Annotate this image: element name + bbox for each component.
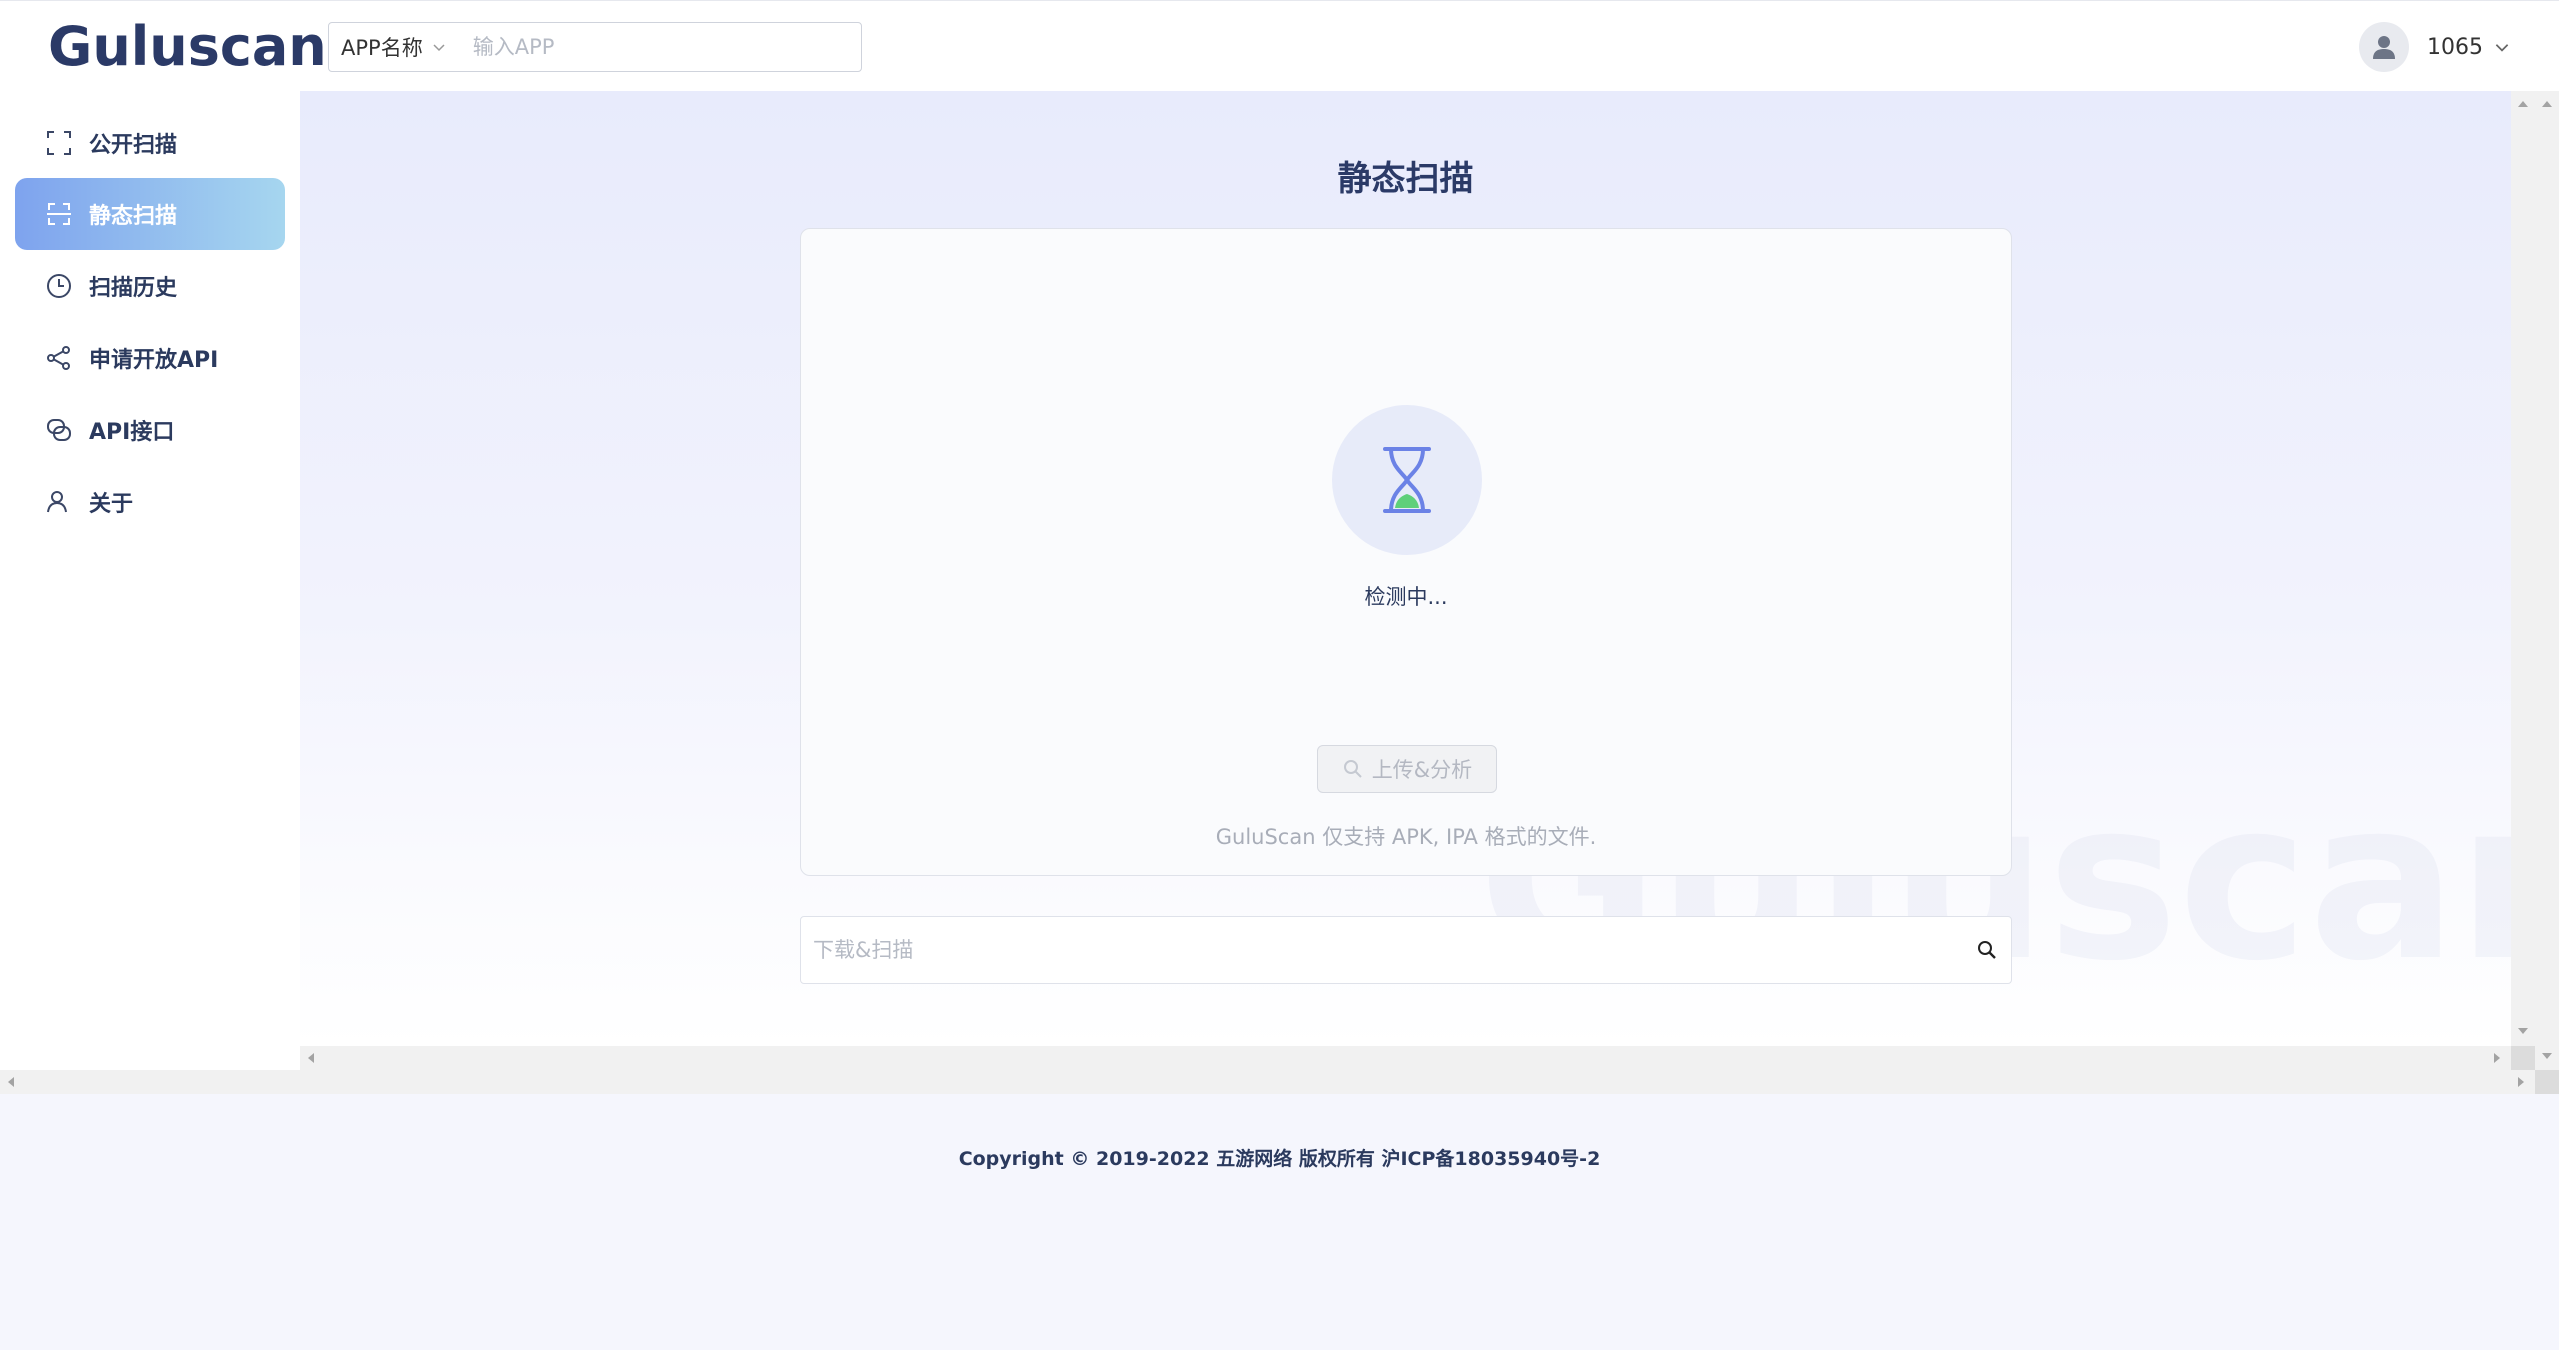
footer: Copyright © 2019-2022 五游网络 版权所有 沪ICP备180… [0,1094,2559,1350]
user-name: 1065 [2427,34,2483,60]
avatar[interactable] [2359,22,2409,72]
status-indicator [1332,405,1482,555]
static-scan-icon [47,203,71,225]
scroll-up-arrow-icon[interactable] [2541,99,2553,109]
upload-analyze-button[interactable]: 上传&分析 [1317,745,1497,793]
share-icon [47,346,70,370]
chevron-down-icon [2495,44,2509,52]
main-content: Guluscan 静态扫描 检测中... 上传&分析 GuluScan 仅支持 … [300,91,2511,1046]
sidebar-item-label: 静态扫描 [89,204,178,229]
scroll-right-arrow-icon[interactable] [2516,1076,2526,1088]
hourglass-icon [1383,447,1431,513]
app-search-input[interactable] [458,23,861,71]
scroll-up-arrow-icon[interactable] [2517,99,2529,109]
sidebar-nav: 公开扫描 静态扫描 扫描历史 申请开放API API接口 关于 [0,91,300,1071]
scroll-right-arrow-icon[interactable] [2492,1052,2502,1064]
chevron-down-icon [433,44,445,52]
sidebar-item-label: 申请开放API [89,348,219,373]
sidebar-item-label: 扫描历史 [89,276,178,301]
scroll-corner [2535,1070,2559,1094]
copyright-text: Copyright © 2019-2022 五游网络 版权所有 沪ICP备180… [958,1148,1601,1170]
top-header: Guluscan APP名称 1065 [0,0,2559,91]
sidebar-item-apply-api[interactable]: 申请开放API [15,322,285,394]
scroll-corner [2511,1046,2535,1070]
support-format-text: GuluScan 仅支持 APK, IPA 格式的文件. [1215,825,1597,849]
user-icon [47,491,67,513]
link-icon [47,419,71,441]
page-title: 静态扫描 [1337,159,1474,199]
app-search-group: APP名称 [328,22,862,72]
search-icon [1343,760,1362,778]
download-scan-group [800,916,2012,984]
main-horizontal-scrollbar[interactable] [300,1046,2511,1070]
sidebar-item-scan-history[interactable]: 扫描历史 [15,250,285,322]
sidebar-item-label: 公开扫描 [89,133,178,158]
sidebar-item-public-scan[interactable]: 公开扫描 [15,107,285,179]
upload-area[interactable]: 检测中... 上传&分析 GuluScan 仅支持 APK, IPA 格式的文件… [800,228,2012,876]
download-scan-input[interactable] [801,917,1963,983]
logo[interactable]: Guluscan [48,15,327,79]
upload-button-label: 上传&分析 [1371,758,1473,782]
scroll-left-arrow-icon[interactable] [6,1076,16,1088]
scroll-down-arrow-icon[interactable] [2541,1051,2553,1061]
sidebar-item-api[interactable]: API接口 [15,394,285,466]
scroll-left-arrow-icon[interactable] [306,1052,316,1064]
clock-icon [47,274,71,298]
user-menu[interactable]: 1065 [2359,22,2511,72]
scroll-down-arrow-icon[interactable] [2517,1026,2529,1036]
download-search-button[interactable] [1963,926,2011,974]
user-avatar-icon [2373,36,2395,59]
sidebar-item-about[interactable]: 关于 [15,466,285,538]
scan-frame-icon [47,131,71,155]
status-text: 检测中... [1364,585,1448,609]
search-type-select[interactable]: APP名称 [329,23,459,71]
page-vertical-scrollbar[interactable] [2535,91,2559,1070]
sidebar-item-label: API接口 [89,420,175,445]
page-horizontal-scrollbar[interactable] [0,1070,2535,1094]
sidebar-item-static-scan[interactable]: 静态扫描 [15,178,285,250]
search-icon [1978,941,1996,959]
vertical-scrollbar[interactable] [2511,91,2535,1046]
search-type-label: APP名称 [341,36,423,60]
sidebar-item-label: 关于 [89,492,134,517]
